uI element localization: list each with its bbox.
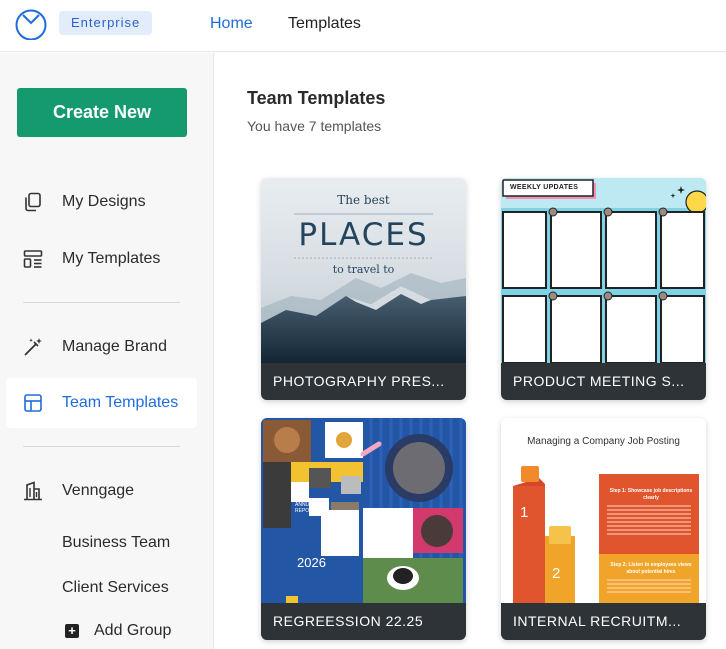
templates-icon <box>23 250 43 268</box>
sidebar-group-client-services[interactable]: Client Services <box>62 578 169 598</box>
template-thumbnail: ANNUAL REPORT 2026 <box>261 418 466 603</box>
thumb-annual-label: ANNUAL REPORT <box>295 502 316 514</box>
plus-icon: + <box>65 624 79 638</box>
sidebar-divider <box>23 302 180 303</box>
thumb-number-2: 2 <box>552 565 561 582</box>
sidebar-item-label: Manage Brand <box>62 338 167 355</box>
page-title: Team Templates <box>247 88 386 108</box>
top-bar: Enterprise Home Templates <box>0 0 726 52</box>
sidebar: Create New My Designs My Templates Manag… <box>0 53 214 649</box>
template-title: REGREESSION 22.25 <box>261 603 466 640</box>
thumb-text-line1: The best <box>337 193 390 207</box>
template-title: PRODUCT MEETING S... <box>501 363 706 400</box>
template-count: You have 7 templates <box>247 118 382 134</box>
nav-home[interactable]: Home <box>210 14 253 34</box>
thumb-number-1: 1 <box>520 504 529 521</box>
template-card-photography[interactable]: The best PLACES to travel to PHOTOGRAPHY… <box>261 178 466 400</box>
thumb-step-1: Step 1: Showcase job descriptions clearl… <box>609 488 693 501</box>
template-card-internal-recruitment[interactable]: Managing a Company Job Posting 1 2 Step … <box>501 418 706 640</box>
sidebar-item-manage-brand[interactable]: Manage Brand <box>6 322 197 372</box>
building-icon <box>24 481 42 501</box>
sidebar-item-label: My Templates <box>62 250 161 267</box>
sidebar-item-my-templates[interactable]: My Templates <box>6 234 197 284</box>
template-title: PHOTOGRAPHY PRES... <box>261 363 466 400</box>
template-title: INTERNAL RECRUITM... <box>501 603 706 640</box>
template-card-product-meeting[interactable]: WEEKLY UPDATES PRODUCT MEETING S... <box>501 178 706 400</box>
plan-badge: Enterprise <box>59 11 153 35</box>
sidebar-group-business-team[interactable]: Business Team <box>62 533 170 553</box>
table-icon <box>24 394 42 412</box>
sidebar-item-my-designs[interactable]: My Designs <box>6 177 197 227</box>
template-thumbnail: Managing a Company Job Posting 1 2 Step … <box>501 418 706 603</box>
sidebar-item-label: My Designs <box>62 193 146 210</box>
sidebar-item-venngage[interactable]: Venngage <box>6 466 197 516</box>
template-thumbnail: The best PLACES to travel to <box>261 178 466 363</box>
sidebar-item-team-templates[interactable]: Team Templates <box>6 378 197 428</box>
thumb-heading: WEEKLY UPDATES <box>510 184 579 191</box>
thumb-step-2: Step 2: Listen to employees views about … <box>610 562 692 575</box>
venngage-logo-icon[interactable] <box>14 6 48 40</box>
thumb-text-line3: to travel to <box>332 263 395 276</box>
template-thumbnail: WEEKLY UPDATES <box>501 178 706 363</box>
sidebar-item-label: Venngage <box>62 482 135 499</box>
sidebar-divider <box>23 446 180 447</box>
thumb-heading: Managing a Company Job Posting <box>527 436 680 447</box>
thumb-year: 2026 <box>297 555 326 570</box>
copy-icon <box>25 192 41 212</box>
magic-wand-icon <box>24 338 42 356</box>
sidebar-item-label: Team Templates <box>62 394 179 411</box>
template-card-regression[interactable]: ANNUAL REPORT 2026 REGREESSION 22.25 <box>261 418 466 640</box>
nav-templates[interactable]: Templates <box>288 14 361 34</box>
create-new-button[interactable]: Create New <box>17 88 187 137</box>
add-group-label: Add Group <box>94 622 172 639</box>
thumb-text-line2: PLACES <box>298 217 429 253</box>
